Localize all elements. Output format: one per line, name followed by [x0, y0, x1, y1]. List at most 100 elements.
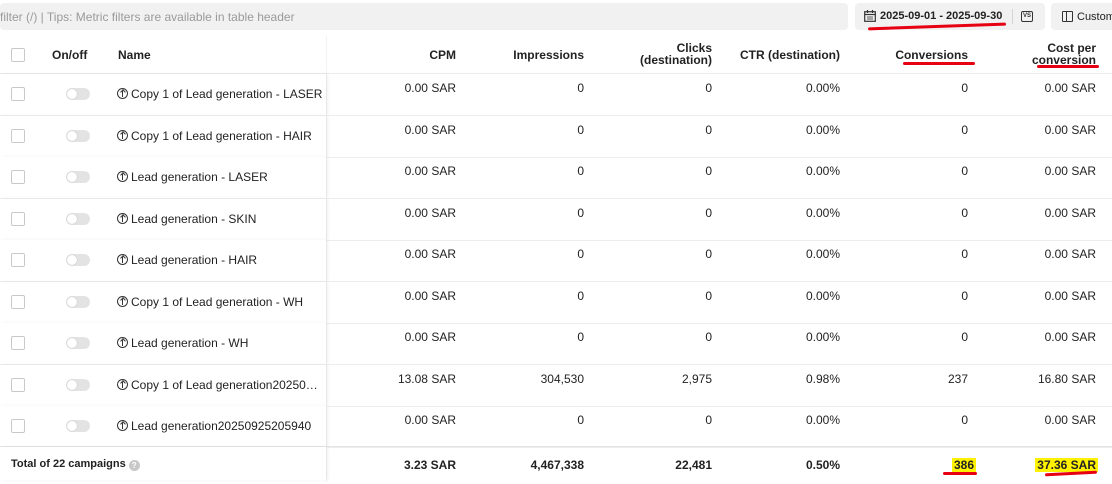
cell-impressions: 0 [577, 164, 584, 178]
compare-icon[interactable]: VS [1021, 11, 1033, 22]
cell-clicks: 0 [705, 247, 712, 261]
cell-clicks: 0 [705, 330, 712, 344]
campaign-toggle[interactable] [66, 420, 90, 432]
search-input[interactable]: filter (/) | Tips: Metric filters are av… [0, 3, 848, 30]
table-row[interactable]: Lead generation - SKIN 0.00 SAR 0 0 0.00… [0, 198, 1112, 241]
cell-cpm: 0.00 SAR [404, 288, 456, 303]
total-ctr: 0.50% [805, 458, 840, 472]
row-checkbox[interactable] [11, 253, 25, 267]
cell-impressions: 0 [577, 330, 584, 344]
campaign-toggle[interactable] [66, 378, 90, 391]
campaign-name[interactable]: Lead generation - SKIN [117, 212, 256, 226]
campaign-toggle[interactable] [66, 171, 90, 183]
row-checkbox[interactable] [11, 294, 25, 309]
cell-ctr: 0.00% [805, 122, 840, 137]
cell-conversions: 0 [961, 164, 968, 178]
table-row[interactable]: Lead generation20250925205940 0.00 SAR 0… [0, 406, 1112, 448]
custom-columns-label: Custom [1077, 11, 1112, 23]
calendar-icon [864, 10, 876, 22]
campaign-toggle[interactable] [66, 129, 90, 142]
cell-clicks: 0 [705, 164, 712, 178]
total-cost-per-conversion: 37.36 SAR [1035, 458, 1098, 472]
campaign-name[interactable]: Copy 1 of Lead generation - WH [117, 295, 303, 309]
row-checkbox[interactable] [11, 87, 25, 101]
total-label-text: Total of 22 campaigns [11, 458, 126, 470]
cell-ctr: 0.98% [805, 371, 840, 386]
cell-impressions: 0 [577, 81, 584, 95]
cell-impressions: 0 [577, 288, 584, 303]
cell-conversions: 0 [961, 81, 968, 95]
campaign-name[interactable]: Lead generation20250925205940 [117, 419, 311, 433]
cell-impressions: 0 [577, 205, 584, 220]
campaign-type-icon [117, 129, 128, 141]
cell-conversions: 0 [961, 247, 968, 261]
annotation-underline-total-conversions [943, 472, 977, 475]
cell-clicks: 0 [705, 205, 712, 220]
row-checkbox[interactable] [11, 336, 25, 350]
cell-cpm: 0.00 SAR [404, 122, 456, 137]
cell-clicks: 0 [705, 413, 712, 427]
custom-columns-button[interactable]: Custom [1051, 3, 1112, 30]
cell-cpm: 13.08 SAR [397, 371, 456, 386]
cell-cpm: 0.00 SAR [404, 164, 456, 178]
total-conversions: 386 [951, 458, 976, 472]
cell-cpm: 0.00 SAR [404, 205, 456, 220]
cell-clicks: 0 [705, 288, 712, 303]
header-impressions[interactable]: Impressions [513, 48, 584, 62]
header-name[interactable]: Name [118, 48, 151, 62]
campaign-name[interactable]: Copy 1 of Lead generation - LASER [117, 87, 322, 101]
campaign-name[interactable]: Lead generation - WH [117, 336, 248, 350]
row-checkbox[interactable] [11, 211, 25, 226]
campaign-name-text: Lead generation - LASER [131, 170, 268, 184]
search-placeholder: filter (/) | Tips: Metric filters are av… [0, 10, 295, 24]
cell-cost-per-conversion: 16.80 SAR [1037, 371, 1096, 386]
table-row[interactable]: Lead generation - WH 0.00 SAR 0 0 0.00% … [0, 323, 1112, 365]
columns-icon [1062, 11, 1073, 22]
divider [1012, 9, 1013, 24]
cell-impressions: 0 [577, 247, 584, 261]
campaign-toggle[interactable] [66, 212, 90, 225]
table-row[interactable]: Copy 1 of Lead generation - HAIR 0.00 SA… [0, 115, 1112, 158]
table-row[interactable]: Copy 1 of Lead generation - LASER 0.00 S… [0, 74, 1112, 116]
campaign-name-text: Lead generation - WH [131, 336, 249, 350]
table-row[interactable]: Copy 1 of Lead generation20250… 13.08 SA… [0, 364, 1112, 407]
campaign-name[interactable]: Lead generation - HAIR [117, 253, 257, 267]
campaign-toggle[interactable] [66, 88, 90, 100]
cell-ctr: 0.00% [805, 247, 840, 261]
campaign-name-text: Copy 1 of Lead generation - WH [131, 294, 304, 309]
cell-impressions: 0 [577, 413, 584, 427]
cell-cost-per-conversion: 0.00 SAR [1044, 288, 1096, 303]
campaign-toggle[interactable] [66, 337, 90, 349]
campaign-name-text: Copy 1 of Lead generation - HAIR [131, 128, 312, 143]
table-row[interactable]: Lead generation - LASER 0.00 SAR 0 0 0.0… [0, 157, 1112, 199]
cell-cost-per-conversion: 0.00 SAR [1044, 413, 1096, 427]
table-row[interactable]: Lead generation - HAIR 0.00 SAR 0 0 0.00… [0, 240, 1112, 282]
campaign-name-text: Copy 1 of Lead generation20250… [131, 377, 318, 392]
header-onoff[interactable]: On/off [52, 48, 87, 62]
row-checkbox[interactable] [11, 377, 25, 392]
table-row[interactable]: Copy 1 of Lead generation - WH 0.00 SAR … [0, 281, 1112, 324]
header-cpm[interactable]: CPM [429, 48, 456, 62]
header-ctr[interactable]: CTR (destination) [740, 48, 840, 62]
cell-impressions: 304,530 [540, 371, 584, 386]
annotation-underline-cost-per-conversion [1037, 65, 1099, 68]
cell-ctr: 0.00% [805, 288, 840, 303]
header-clicks[interactable]: Clicks (destination) [620, 36, 712, 73]
header-conversions[interactable]: Conversions [895, 48, 968, 62]
row-checkbox[interactable] [11, 419, 25, 433]
campaign-name[interactable]: Lead generation - LASER [117, 170, 268, 184]
info-icon[interactable]: ? [128, 460, 140, 471]
cell-cpm: 0.00 SAR [404, 330, 456, 344]
row-checkbox[interactable] [11, 128, 25, 143]
campaign-toggle[interactable] [66, 254, 90, 266]
row-checkbox[interactable] [11, 170, 25, 184]
total-clicks: 22,481 [675, 458, 712, 472]
campaign-toggle[interactable] [66, 295, 90, 308]
cell-clicks: 0 [705, 122, 712, 137]
campaign-name[interactable]: Copy 1 of Lead generation - HAIR [117, 129, 312, 143]
campaign-type-icon [117, 337, 128, 348]
date-range-text: 2025-09-01 - 2025-09-30 [880, 10, 1003, 22]
campaign-name[interactable]: Copy 1 of Lead generation20250… [117, 378, 318, 392]
select-all-checkbox[interactable] [11, 48, 25, 62]
campaign-type-icon [117, 420, 128, 431]
